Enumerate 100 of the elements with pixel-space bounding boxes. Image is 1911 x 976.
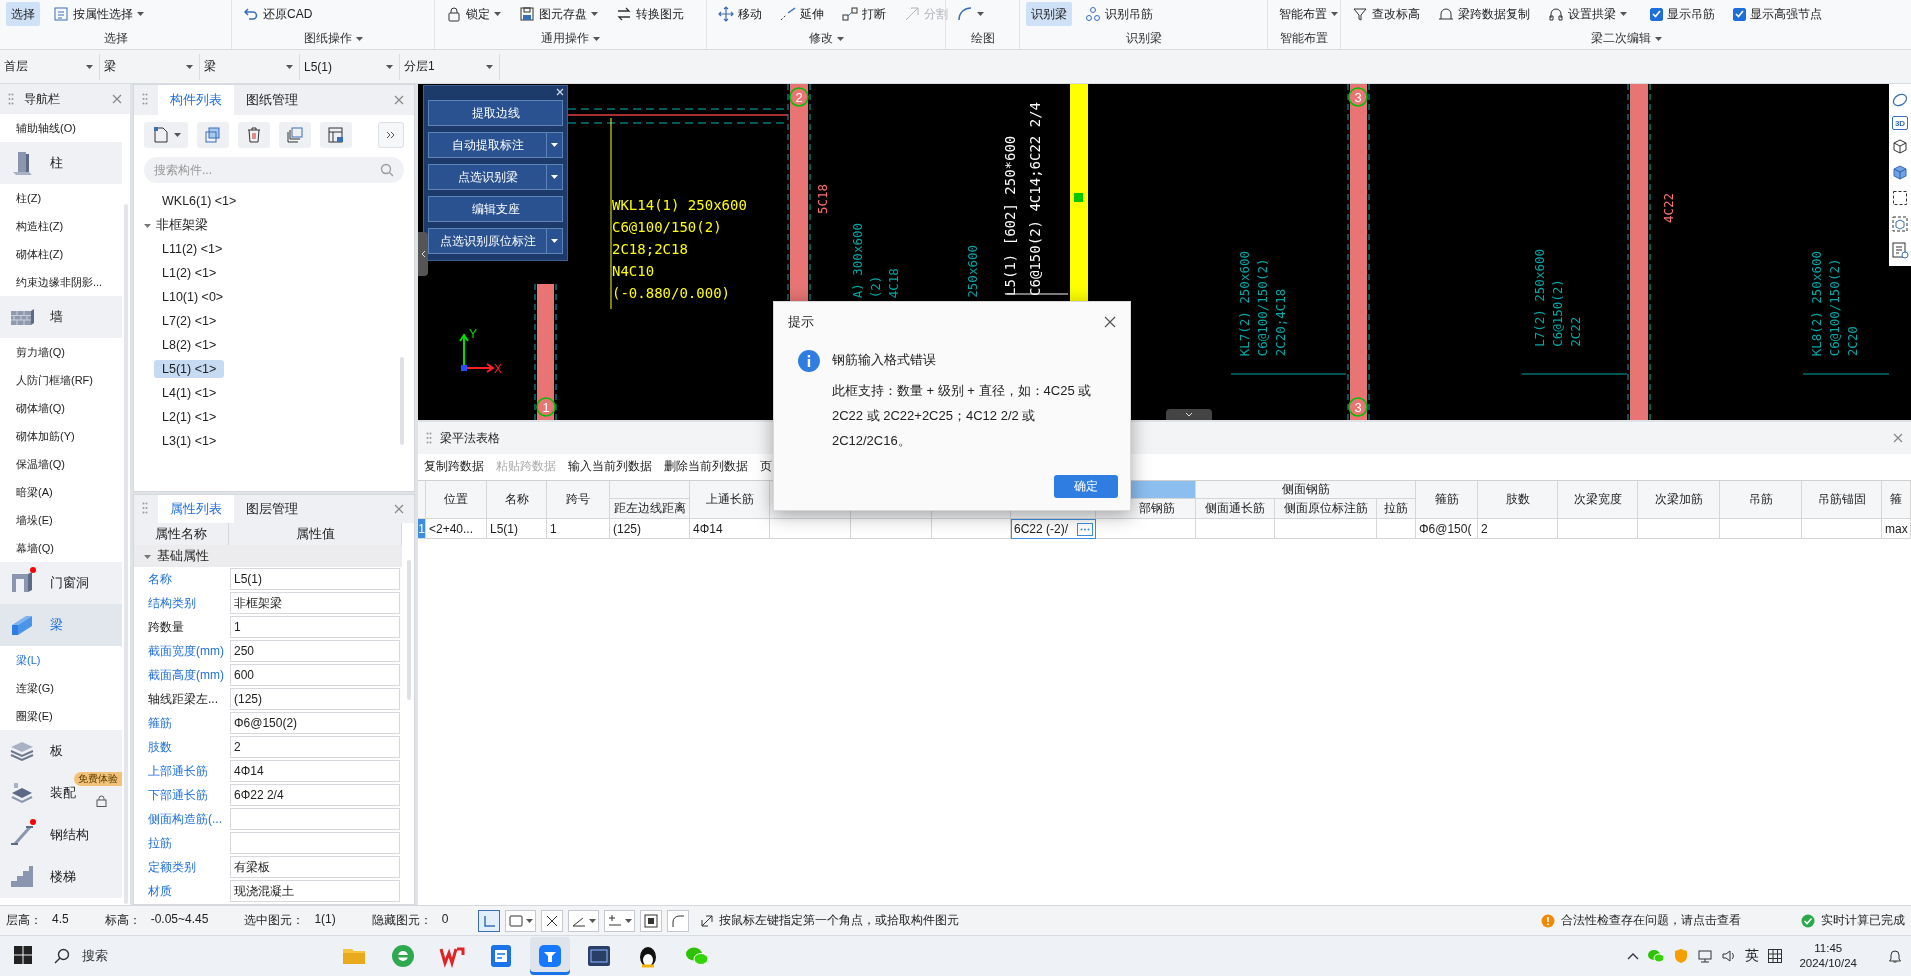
- nav-category[interactable]: 梁: [0, 604, 122, 646]
- toolbar-button[interactable]: [197, 122, 229, 148]
- panel-button[interactable]: 点选识别梁: [428, 164, 547, 190]
- collapse-handle[interactable]: [418, 232, 428, 276]
- tab[interactable]: 属性列表: [158, 495, 234, 523]
- ribbon-button[interactable]: 移动: [713, 2, 767, 26]
- toolbar-button[interactable]: [238, 122, 270, 148]
- ribbon-button[interactable]: 设置拱梁: [1543, 2, 1632, 26]
- column-header[interactable]: 名称: [487, 481, 547, 519]
- toolbar-button[interactable]: [279, 122, 311, 148]
- column-header[interactable]: 位置: [426, 481, 487, 519]
- ribbon-button[interactable]: 延伸: [775, 2, 829, 26]
- ellipsis-button[interactable]: [1077, 522, 1093, 536]
- property-value-field[interactable]: [230, 808, 400, 830]
- toolbar-button[interactable]: 页: [760, 457, 772, 475]
- property-value-field[interactable]: 非框架梁: [230, 592, 400, 614]
- column-header[interactable]: 肢数: [1478, 481, 1558, 519]
- checkbox[interactable]: 显示高强节点: [1733, 5, 1822, 23]
- panel-button[interactable]: 点选识别原位标注: [428, 228, 547, 254]
- column-header[interactable]: 次梁加筋: [1638, 481, 1720, 519]
- warning-link[interactable]: 合法性检查存在问题，请点击查看: [1561, 912, 1741, 929]
- clock-time[interactable]: 11:45: [1814, 941, 1843, 956]
- ribbon-button[interactable]: 打断: [837, 2, 891, 26]
- toolbar-button[interactable]: [144, 122, 188, 148]
- tree-item[interactable]: L8(2) <1>: [154, 336, 225, 354]
- nav-category[interactable]: 门窗洞: [0, 562, 122, 604]
- status-tool-button[interactable]: [541, 909, 564, 932]
- nav-category[interactable]: 钢结构: [0, 814, 122, 856]
- cad-canvas[interactable]: [418, 84, 1911, 420]
- tree-item[interactable]: L4(1) <1>: [154, 384, 225, 402]
- column-header[interactable]: 跨号: [547, 481, 610, 519]
- property-value-field[interactable]: 1: [230, 616, 400, 638]
- column-header[interactable]: 吊筋: [1720, 481, 1802, 519]
- dropdown-button[interactable]: [547, 132, 563, 158]
- view-button[interactable]: 3D: [1892, 116, 1908, 130]
- dropdown[interactable]: 首层: [0, 53, 100, 80]
- tree-item[interactable]: L5(1) <1>: [154, 360, 225, 378]
- dropdown-button[interactable]: [547, 228, 563, 254]
- property-value-field[interactable]: 有梁板: [230, 856, 400, 878]
- property-group[interactable]: 基础属性: [134, 545, 402, 567]
- nav-category[interactable]: 楼梯: [0, 856, 122, 898]
- ribbon-button[interactable]: 查改标高: [1347, 2, 1425, 26]
- property-value-field[interactable]: L5(1): [230, 568, 400, 590]
- nav-category[interactable]: 板: [0, 730, 122, 772]
- nav-category[interactable]: 墙: [0, 296, 122, 338]
- grip-handle[interactable]: [1074, 193, 1083, 202]
- tree-item[interactable]: L3(1) <1>: [154, 432, 225, 450]
- column-header[interactable]: 侧面通长筋: [1196, 499, 1275, 519]
- toolbar-button[interactable]: 输入当前列数据: [568, 457, 652, 475]
- tree-group[interactable]: 非框架梁: [136, 214, 216, 236]
- tree-item[interactable]: L10(1) <0>: [154, 288, 232, 306]
- column-header[interactable]: 箍筋: [1416, 481, 1478, 519]
- column-shape[interactable]: [1347, 84, 1370, 420]
- column-header[interactable]: 上通长筋: [690, 481, 770, 519]
- ribbon-button[interactable]: 识别吊筋: [1080, 2, 1158, 26]
- dropdown[interactable]: L5(1): [300, 53, 400, 80]
- tree-item[interactable]: L2(1) <1>: [154, 408, 225, 426]
- property-value-field[interactable]: 600: [230, 664, 400, 686]
- tab[interactable]: 图层管理: [234, 495, 310, 523]
- column-header[interactable]: 拉筋: [1377, 499, 1416, 519]
- ribbon-button[interactable]: 智能布置: [1274, 2, 1343, 26]
- column-shape[interactable]: [534, 283, 557, 420]
- panel-button[interactable]: 编辑支座: [428, 196, 563, 222]
- column-header[interactable]: 侧面原位标注筋: [1275, 499, 1377, 519]
- ribbon-button[interactable]: 锁定: [441, 2, 506, 26]
- taskbar-search[interactable]: 搜索: [44, 940, 314, 972]
- property-value-field[interactable]: 6Φ22 2/4: [230, 784, 400, 806]
- scrollbar[interactable]: [407, 560, 411, 700]
- toolbar-button[interactable]: 删除当前列数据: [664, 457, 748, 475]
- tab[interactable]: 图纸管理: [234, 85, 310, 115]
- view-button[interactable]: [1890, 188, 1910, 208]
- clock-date[interactable]: 2024/10/24: [1799, 956, 1857, 971]
- ribbon-button[interactable]: 识别梁: [1026, 2, 1072, 26]
- column-header[interactable]: 吊筋锚固: [1802, 481, 1882, 519]
- ribbon-button[interactable]: 图元存盘: [514, 2, 603, 26]
- toolbar-button[interactable]: [320, 122, 352, 148]
- status-tool-button[interactable]: [640, 909, 663, 932]
- property-value-field[interactable]: Φ6@150(2): [230, 712, 400, 734]
- property-value-field[interactable]: 现浇混凝土: [230, 880, 400, 902]
- toolbar-button[interactable]: 复制跨数据: [424, 457, 484, 475]
- tree-item[interactable]: L7(2) <1>: [154, 312, 225, 330]
- property-value-field[interactable]: (125): [230, 688, 400, 710]
- editing-cell[interactable]: 6C22 (-2)/: [1011, 519, 1096, 539]
- ribbon-button[interactable]: 还原CAD: [238, 2, 318, 26]
- ribbon-button[interactable]: 梁跨数据复制: [1433, 2, 1535, 26]
- panel-button[interactable]: 提取边线: [428, 100, 563, 126]
- property-value-field[interactable]: 2: [230, 736, 400, 758]
- tree-item[interactable]: L11(2) <1>: [154, 240, 231, 258]
- dropdown[interactable]: 分层1: [400, 53, 500, 80]
- column-header[interactable]: 次梁宽度: [1558, 481, 1638, 519]
- column-header[interactable]: 箍: [1882, 481, 1911, 519]
- panel-button[interactable]: 自动提取标注: [428, 132, 547, 158]
- tab[interactable]: 构件列表: [158, 85, 234, 115]
- dropdown[interactable]: 梁: [200, 53, 300, 80]
- tree-item[interactable]: WKL6(1) <1>: [154, 192, 245, 210]
- checkbox[interactable]: 显示吊筋: [1650, 5, 1715, 23]
- nav-category[interactable]: 装配 免费体验: [0, 772, 122, 814]
- column-shape[interactable]: [1627, 84, 1651, 420]
- nav-category[interactable]: 柱: [0, 142, 122, 184]
- ribbon-button[interactable]: 选择: [6, 2, 40, 26]
